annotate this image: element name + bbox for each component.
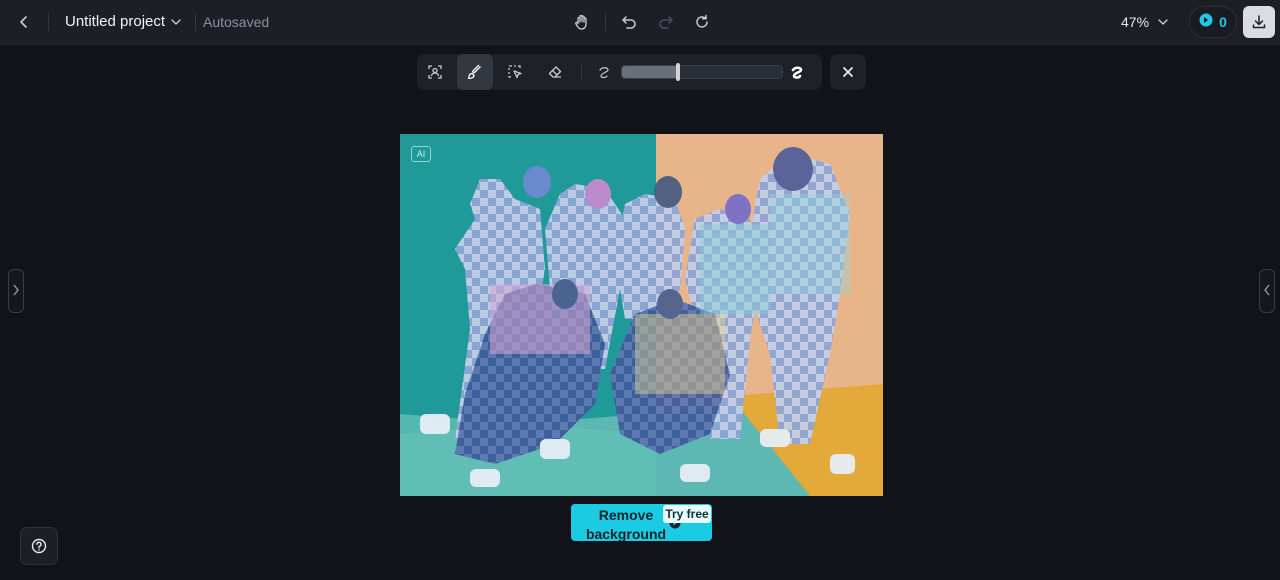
- refresh-icon[interactable]: [690, 10, 714, 34]
- project-title[interactable]: Untitled project: [65, 13, 165, 30]
- slider-fill: [622, 66, 678, 78]
- divider: [195, 13, 196, 31]
- hand-icon[interactable]: [570, 10, 594, 34]
- thick-brush-icon: [779, 54, 815, 90]
- credit-icon: [1199, 13, 1213, 32]
- remove-background-label: Remove background: [585, 507, 667, 542]
- help-icon[interactable]: [20, 527, 58, 565]
- save-status: Autosaved: [203, 14, 270, 30]
- redo-icon[interactable]: [654, 10, 678, 34]
- undo-icon[interactable]: [617, 10, 641, 34]
- brush-icon[interactable]: [457, 54, 493, 90]
- back-icon[interactable]: [12, 10, 36, 34]
- chevron-down-icon[interactable]: [166, 12, 186, 32]
- brush-size-slider[interactable]: [621, 63, 783, 81]
- eraser-icon[interactable]: [537, 54, 573, 90]
- region-select-icon[interactable]: [497, 54, 533, 90]
- left-panel-toggle[interactable]: [8, 269, 24, 313]
- ai-badge: AI: [411, 146, 431, 162]
- slider-thumb[interactable]: [676, 63, 680, 81]
- photo-with-brush-mask: [400, 134, 883, 496]
- divider: [605, 13, 606, 31]
- chevron-down-icon[interactable]: [1153, 12, 1173, 32]
- credits-button[interactable]: 0: [1189, 6, 1237, 38]
- chevron-left-icon: [1263, 284, 1271, 299]
- chevron-right-icon: [12, 284, 20, 299]
- top-bar: Untitled project Autosaved 47% 0: [0, 0, 1280, 45]
- download-icon[interactable]: [1243, 6, 1275, 38]
- right-panel-toggle[interactable]: [1259, 269, 1275, 313]
- zoom-level[interactable]: 47%: [1121, 14, 1149, 30]
- thin-brush-icon: [586, 54, 622, 90]
- portrait-select-icon[interactable]: [417, 54, 453, 90]
- try-free-badge: Try free: [663, 505, 711, 523]
- divider: [48, 13, 49, 31]
- divider: [581, 64, 582, 80]
- canvas-photo[interactable]: AI: [400, 134, 883, 496]
- brush-toolbar: [417, 54, 822, 90]
- credits-count: 0: [1219, 14, 1227, 30]
- remove-background-button[interactable]: Remove background Try free: [571, 504, 712, 542]
- close-icon[interactable]: [830, 54, 866, 90]
